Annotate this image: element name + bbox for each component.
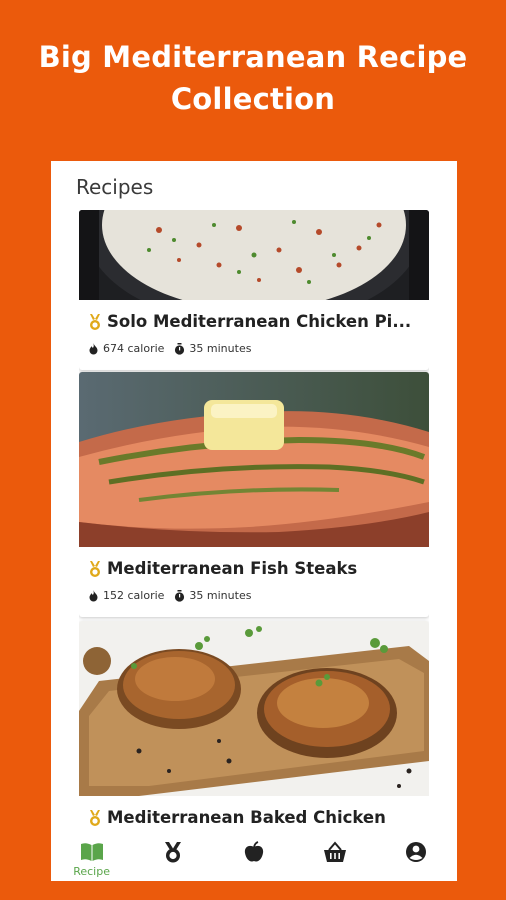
flame-icon: [89, 342, 98, 354]
recipe-title: Solo Mediterranean Chicken Pi...: [107, 312, 412, 331]
timer-icon: [175, 589, 185, 602]
recipe-photo: [79, 621, 429, 796]
apple-icon: [244, 841, 264, 862]
tab-recipe-label: Recipe: [73, 865, 110, 878]
recipe-card[interactable]: Mediterranean Baked Chicken: [79, 621, 429, 831]
basket-icon: [324, 841, 347, 862]
recipe-title-row: Mediterranean Fish Steaks: [87, 559, 421, 578]
recipe-title-row: Solo Mediterranean Chicken Pi...: [87, 312, 421, 331]
app-screen: Recipes Solo Mediterranean Chicken Pi...…: [51, 161, 457, 881]
recipe-calories: 152 calorie: [103, 589, 165, 602]
recipe-photo: [79, 210, 429, 300]
recipe-title: Mediterranean Fish Steaks: [107, 559, 358, 578]
medal-icon: [164, 842, 181, 863]
tab-nutrition[interactable]: [213, 831, 294, 881]
recipe-title-row: Mediterranean Baked Chicken: [87, 808, 421, 827]
timer-icon: [175, 342, 185, 355]
page-title: Recipes: [76, 175, 154, 199]
recipe-info: Solo Mediterranean Chicken Pi... 674 cal…: [79, 300, 429, 370]
recipe-title: Mediterranean Baked Chicken: [107, 808, 386, 827]
flame-icon: [89, 589, 98, 601]
promo-headline-line2: Collection: [170, 82, 336, 116]
recipe-photo: [79, 372, 429, 547]
medal-icon: [90, 809, 100, 826]
tab-shopping[interactable]: [295, 831, 376, 881]
tab-profile[interactable]: [376, 831, 457, 881]
recipe-calories: 674 calorie: [103, 342, 165, 355]
recipe-time: 35 minutes: [189, 342, 252, 355]
tab-recipe[interactable]: Recipe: [51, 831, 132, 881]
medal-icon: [90, 313, 100, 330]
recipe-time: 35 minutes: [189, 589, 252, 602]
recipe-list[interactable]: Solo Mediterranean Chicken Pi... 674 cal…: [79, 210, 429, 831]
account-icon: [406, 842, 427, 862]
promo-headline-line1: Big Mediterranean Recipe: [38, 40, 468, 74]
promo-headline: Big Mediterranean Recipe Collection: [0, 36, 506, 120]
recipe-info: Mediterranean Baked Chicken: [79, 796, 429, 831]
tab-awards[interactable]: [132, 831, 213, 881]
recipe-meta: 674 calorie 35 minutes: [88, 342, 251, 355]
recipe-info: Mediterranean Fish Steaks 152 calorie 35…: [79, 547, 429, 617]
recipe-meta: 152 calorie 35 minutes: [88, 589, 251, 602]
medal-icon: [90, 560, 100, 577]
recipe-card[interactable]: Mediterranean Fish Steaks 152 calorie 35…: [79, 372, 429, 617]
book-icon: [80, 843, 103, 861]
recipe-card[interactable]: Solo Mediterranean Chicken Pi... 674 cal…: [79, 210, 429, 370]
bottom-tab-bar: Recipe: [51, 831, 457, 881]
